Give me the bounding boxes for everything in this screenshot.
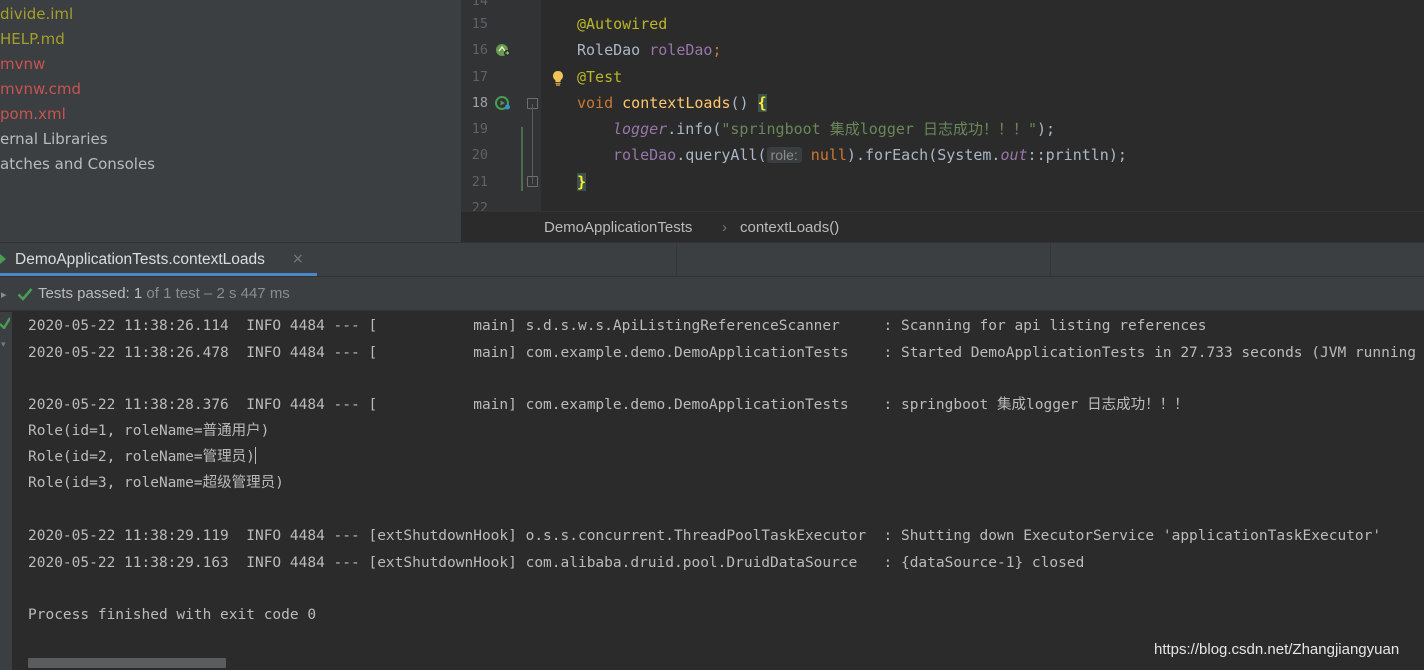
tree-item-label: atches and Consoles bbox=[0, 155, 155, 173]
run-test-icon[interactable] bbox=[495, 95, 511, 111]
console-output[interactable]: ▾ 2020-05-22 11:38:26.114 INFO 4484 --- … bbox=[0, 312, 1424, 670]
code-line-21: } bbox=[577, 169, 587, 195]
code-line-20: roleDao.queryAll(role: null).forEach(Sys… bbox=[613, 142, 1127, 168]
watermark: https://blog.csdn.net/Zhangjiangyuan bbox=[1154, 641, 1400, 658]
console-line: Role(id=2, roleName=管理员) bbox=[28, 449, 255, 465]
line-number: 19 bbox=[471, 121, 488, 137]
field-token: roleDao bbox=[649, 41, 713, 59]
text-token: () bbox=[730, 94, 758, 112]
editor-gutter[interactable]: 14 15 16 17 18 19 20 21 22 bbox=[461, 0, 541, 211]
breadcrumb: DemoApplicationTests › contextLoads() bbox=[461, 211, 1424, 242]
line-number: 15 bbox=[471, 16, 488, 32]
tree-item-divide-iml[interactable]: divide.iml bbox=[0, 2, 73, 27]
expand-arrow-icon[interactable]: ▸ bbox=[1, 288, 7, 301]
tab-divider bbox=[676, 243, 677, 276]
run-arrow-icon bbox=[0, 254, 6, 264]
text-caret bbox=[254, 447, 256, 464]
check-icon bbox=[17, 288, 33, 301]
console-sidebar: ▾ bbox=[0, 312, 12, 670]
field-token: logger bbox=[613, 120, 668, 138]
tree-item-label: mvnw bbox=[0, 55, 46, 73]
test-status-text: Tests passed: 1 of 1 test – 2 s 447 ms bbox=[38, 277, 290, 311]
test-status-bar: ▸ Tests passed: 1 of 1 test – 2 s 447 ms bbox=[0, 276, 1424, 311]
console-line: Role(id=3, roleName=超级管理员) bbox=[28, 475, 284, 491]
keyword-token: void bbox=[577, 94, 623, 112]
text-token: .queryAll( bbox=[676, 146, 767, 164]
code-line-17: @Test bbox=[577, 64, 622, 90]
console-line: 2020-05-22 11:38:28.376 INFO 4484 --- [ … bbox=[28, 397, 1189, 413]
code-line-15: @Autowired bbox=[577, 11, 667, 37]
brace-token: { bbox=[757, 94, 767, 112]
pass-marker-icon bbox=[0, 317, 10, 329]
field-token: roleDao bbox=[613, 146, 677, 164]
annotation-token: @Test bbox=[577, 68, 623, 86]
line-number-current: 18 bbox=[471, 95, 488, 111]
passed-label: Tests passed: bbox=[38, 285, 134, 302]
tree-item-mvnw-cmd[interactable]: mvnw.cmd bbox=[0, 77, 81, 102]
horizontal-scrollbar[interactable] bbox=[28, 658, 226, 668]
text-token: ).forEach(System. bbox=[846, 146, 1001, 164]
annotation-token: @Autowired bbox=[577, 15, 668, 33]
line-number: 22 bbox=[471, 200, 488, 211]
tree-item-pom-xml[interactable]: pom.xml bbox=[0, 102, 66, 127]
string-token: "springboot 集成logger 日志成功！！！" bbox=[721, 120, 1037, 138]
code-line-18: void contextLoads() { bbox=[577, 90, 767, 116]
spring-bean-icon[interactable] bbox=[495, 42, 511, 58]
passed-count: 1 bbox=[133, 285, 143, 302]
text-token: ::println); bbox=[1027, 146, 1127, 164]
line-number: 17 bbox=[471, 69, 488, 85]
console-line: Process finished with exit code 0 bbox=[28, 607, 317, 623]
code-editor[interactable]: 14 15 16 17 18 19 20 21 22 @Autowired Ro… bbox=[461, 0, 1424, 211]
keyword-token: ; bbox=[712, 41, 722, 59]
line-number: 20 bbox=[471, 147, 488, 163]
tree-item-label: divide.iml bbox=[0, 5, 74, 23]
run-tab-bar: DemoApplicationTests.contextLoads × bbox=[0, 242, 1424, 276]
type-token: RoleDao bbox=[577, 41, 650, 59]
tree-item-scratches-and-consoles[interactable]: atches and Consoles bbox=[0, 152, 155, 177]
line-number: 16 bbox=[471, 42, 488, 58]
tab-run-config[interactable]: DemoApplicationTests.contextLoads × bbox=[0, 243, 317, 276]
text-token: ); bbox=[1037, 120, 1056, 138]
code-line-16: RoleDao roleDao; bbox=[577, 37, 722, 63]
console-line: Role(id=1, roleName=普通用户) bbox=[28, 423, 270, 439]
tree-item-mvnw[interactable]: mvnw bbox=[0, 52, 45, 77]
tab-divider bbox=[1050, 243, 1051, 276]
tree-item-help-md[interactable]: HELP.md bbox=[0, 27, 65, 52]
collapse-arrow-icon[interactable]: ▾ bbox=[1, 340, 6, 350]
line-number: 21 bbox=[471, 174, 488, 190]
tree-item-external-libraries[interactable]: ernal Libraries bbox=[0, 127, 108, 152]
close-icon[interactable]: × bbox=[292, 243, 304, 276]
breadcrumb-separator-icon: › bbox=[722, 219, 727, 236]
console-line: 2020-05-22 11:38:26.478 INFO 4484 --- [ … bbox=[28, 345, 1424, 361]
console-line: 2020-05-22 11:38:29.119 INFO 4484 --- [e… bbox=[28, 528, 1382, 544]
lightbulb-icon[interactable] bbox=[550, 70, 566, 86]
fold-guide bbox=[532, 104, 533, 184]
tree-item-label: ernal Libraries bbox=[0, 130, 108, 148]
keyword-token: null bbox=[810, 146, 847, 164]
method-token: contextLoads bbox=[622, 94, 731, 112]
console-line: 2020-05-22 11:38:29.163 INFO 4484 --- [e… bbox=[28, 555, 1085, 571]
vcs-change-marker bbox=[521, 127, 523, 191]
breadcrumb-method[interactable]: contextLoads() bbox=[740, 212, 839, 243]
code-line-19: logger.info("springboot 集成logger 日志成功！！！… bbox=[613, 116, 1055, 142]
field-token: out bbox=[1000, 146, 1028, 164]
parameter-hint: role: bbox=[766, 147, 802, 163]
fold-marker-icon[interactable] bbox=[527, 176, 538, 187]
project-tree: divide.iml HELP.md mvnw mvnw.cmd pom.xml… bbox=[0, 0, 461, 242]
text-token: .info( bbox=[667, 120, 722, 138]
breadcrumb-class[interactable]: DemoApplicationTests bbox=[544, 212, 692, 243]
tree-item-label: pom.xml bbox=[0, 105, 66, 123]
tab-label: DemoApplicationTests.contextLoads bbox=[15, 251, 265, 268]
console-line: 2020-05-22 11:38:26.114 INFO 4484 --- [ … bbox=[28, 318, 1207, 334]
console-line-caret: Role(id=2, roleName=管理员) bbox=[28, 444, 256, 470]
test-summary: of 1 test – 2 s 447 ms bbox=[142, 285, 290, 302]
tree-item-label: mvnw.cmd bbox=[0, 80, 82, 98]
tree-item-label: HELP.md bbox=[0, 30, 65, 48]
brace-token: } bbox=[577, 173, 587, 191]
